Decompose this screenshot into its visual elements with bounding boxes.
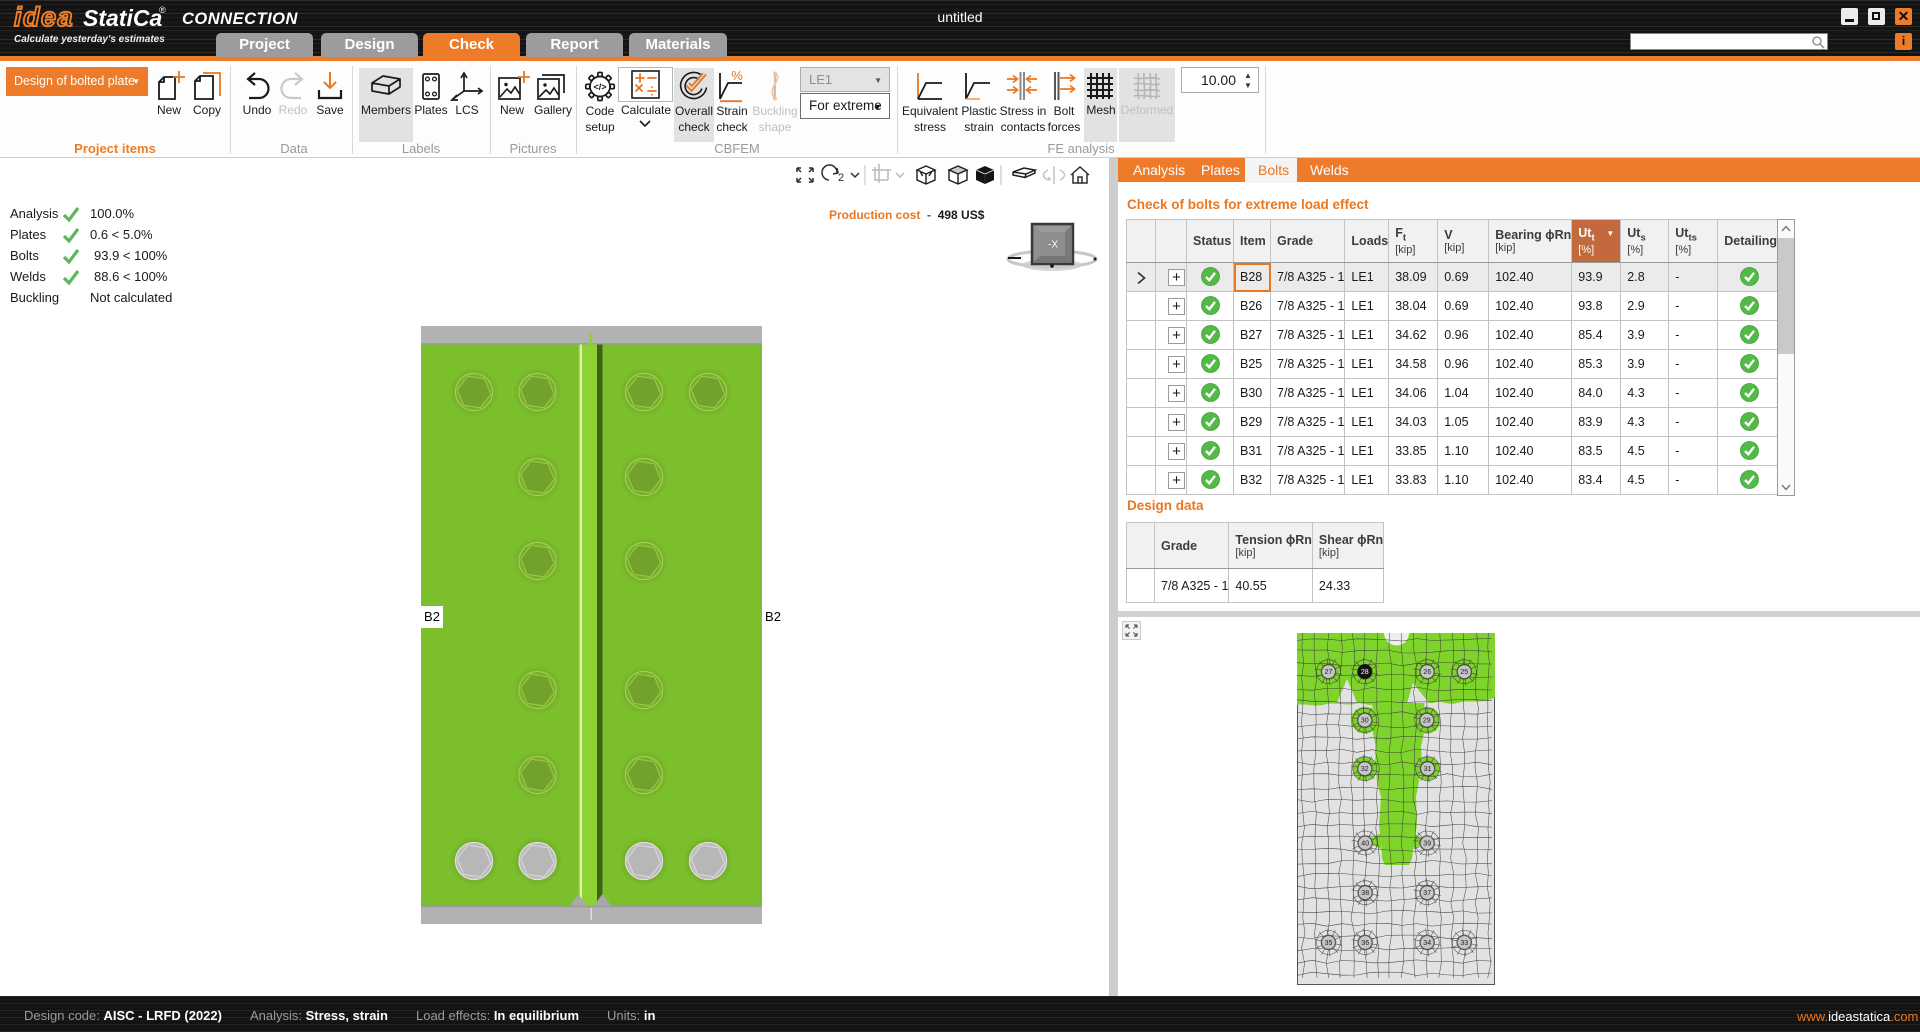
svg-text:40: 40: [1361, 841, 1369, 848]
svg-text:28: 28: [1361, 669, 1369, 676]
svg-text:33: 33: [1460, 940, 1468, 947]
svg-text:%: %: [731, 70, 743, 83]
svg-text:29: 29: [1423, 718, 1431, 725]
svg-text:30: 30: [1361, 718, 1369, 725]
svg-text:32: 32: [1361, 766, 1369, 773]
svg-text:39: 39: [1423, 841, 1431, 848]
svg-text:26: 26: [1423, 669, 1431, 676]
svg-text:38: 38: [1361, 890, 1369, 897]
svg-text:27: 27: [1325, 669, 1333, 676]
svg-text:2: 2: [838, 172, 844, 184]
svg-text:31: 31: [1424, 766, 1432, 773]
svg-text:35: 35: [1325, 940, 1333, 947]
svg-text:37: 37: [1423, 890, 1431, 897]
svg-text:25: 25: [1460, 669, 1468, 676]
svg-text:34: 34: [1423, 940, 1431, 947]
svg-text:36: 36: [1361, 940, 1369, 947]
svg-text:</>: </>: [593, 82, 606, 92]
svg-text:-X: -X: [1048, 240, 1058, 251]
